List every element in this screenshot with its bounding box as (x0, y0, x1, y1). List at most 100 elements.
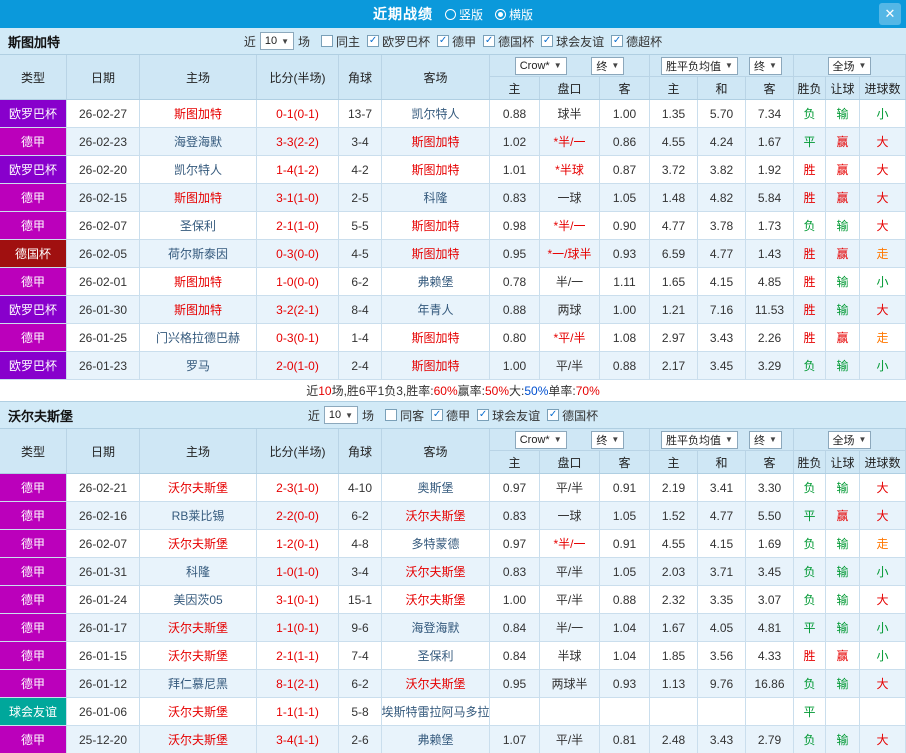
filter-checkbox[interactable]: 同客 (385, 407, 424, 424)
home-team[interactable]: 罗马 (140, 352, 257, 380)
recent-count-select[interactable]: 10 ▼ (323, 406, 359, 424)
home-team[interactable]: 斯图加特 (140, 268, 257, 296)
home-team[interactable]: 美因茨05 (140, 586, 257, 614)
away-team[interactable]: 多特蒙德 (382, 530, 490, 558)
layout-radio-horizontal[interactable]: 横版 (495, 6, 533, 23)
filter-checkbox[interactable]: ✓ 欧罗巴杯 (367, 33, 430, 50)
handicap-away-odds: 1.00 (600, 100, 650, 128)
type-badge: 德甲 (0, 502, 67, 530)
home-team[interactable]: 沃尔夫斯堡 (140, 726, 257, 753)
away-team[interactable]: 沃尔夫斯堡 (382, 502, 490, 530)
home-team[interactable]: 沃尔夫斯堡 (140, 530, 257, 558)
result: 负 (794, 352, 826, 380)
away-team[interactable]: 斯图加特 (382, 128, 490, 156)
away-team[interactable]: 斯图加特 (382, 212, 490, 240)
away-team[interactable]: 斯图加特 (382, 352, 490, 380)
score[interactable]: 0-1(0-1) (257, 100, 339, 128)
home-team[interactable]: 斯图加特 (140, 184, 257, 212)
away-team[interactable]: 科隆 (382, 184, 490, 212)
close-button[interactable]: ✕ (879, 3, 901, 25)
score[interactable]: 2-1(1-0) (257, 212, 339, 240)
home-team[interactable]: 门兴格拉德巴赫 (140, 324, 257, 352)
home-team[interactable]: 圣保利 (140, 212, 257, 240)
odds-time-select[interactable]: 终 ▼ (591, 56, 625, 75)
odds-time-select[interactable]: 终 ▼ (591, 430, 625, 449)
away-team[interactable]: 斯图加特 (382, 156, 490, 184)
score[interactable]: 1-0(0-0) (257, 268, 339, 296)
score[interactable]: 2-0(1-0) (257, 352, 339, 380)
home-team[interactable]: 斯图加特 (140, 100, 257, 128)
home-team[interactable]: 斯图加特 (140, 296, 257, 324)
handicap-line: *半/一 (540, 128, 600, 156)
home-team[interactable]: 荷尔斯泰因 (140, 240, 257, 268)
home-team[interactable]: 沃尔夫斯堡 (140, 614, 257, 642)
score[interactable]: 2-3(1-0) (257, 474, 339, 502)
filter-checkbox[interactable]: ✓ 德国杯 (547, 407, 598, 424)
avg-select[interactable]: 胜平负均值 ▼ (661, 56, 738, 75)
away-team[interactable]: 海登海默 (382, 614, 490, 642)
layout-radio-vertical[interactable]: 竖版 (444, 6, 483, 23)
home-team[interactable]: 沃尔夫斯堡 (140, 642, 257, 670)
away-team[interactable]: 斯图加特 (382, 324, 490, 352)
scope-select[interactable]: 全场 ▼ (827, 430, 872, 449)
score[interactable]: 1-4(1-2) (257, 156, 339, 184)
score[interactable]: 2-1(1-1) (257, 642, 339, 670)
away-team[interactable]: 沃尔夫斯堡 (382, 586, 490, 614)
score[interactable]: 3-1(0-1) (257, 586, 339, 614)
filter-checkbox[interactable]: 同主 (321, 33, 360, 50)
home-team[interactable]: 科隆 (140, 558, 257, 586)
recent-label-pre: 近 (243, 34, 256, 49)
filter-checkbox[interactable]: ✓ 球会友谊 (541, 33, 604, 50)
avg-time-select[interactable]: 终 ▼ (749, 430, 782, 449)
type-badge: 欧罗巴杯 (0, 296, 67, 324)
handicap-result: 赢 (826, 324, 860, 352)
handicap-away-odds: 1.04 (600, 614, 650, 642)
away-team[interactable]: 凯尔特人 (382, 100, 490, 128)
result: 平 (794, 502, 826, 530)
score[interactable]: 8-1(2-1) (257, 670, 339, 698)
away-team[interactable]: 沃尔夫斯堡 (382, 670, 490, 698)
bookmaker-select[interactable]: Crow* ▼ (514, 56, 567, 75)
filter-checkbox[interactable]: ✓ 德国杯 (483, 33, 534, 50)
checkbox-label: 同主 (336, 34, 361, 49)
away-team[interactable]: 弗赖堡 (382, 726, 490, 753)
home-team[interactable]: 凯尔特人 (140, 156, 257, 184)
recent-count-select[interactable]: 10 ▼ (259, 32, 295, 50)
filter-checkbox[interactable]: ✓ 德甲 (431, 407, 470, 424)
away-team[interactable]: 沃尔夫斯堡 (382, 558, 490, 586)
home-team[interactable]: 沃尔夫斯堡 (140, 474, 257, 502)
away-team[interactable]: 斯图加特 (382, 240, 490, 268)
score[interactable]: 0-3(0-0) (257, 240, 339, 268)
filter-checkbox[interactable]: ✓ 球会友谊 (477, 407, 540, 424)
home-team[interactable]: RB莱比锡 (140, 502, 257, 530)
handicap-home-odds: 1.07 (490, 726, 540, 753)
score[interactable]: 3-1(1-0) (257, 184, 339, 212)
handicap-away-odds: 0.86 (600, 128, 650, 156)
score[interactable]: 1-1(1-1) (257, 698, 339, 726)
bookmaker-select[interactable]: Crow* ▼ (514, 430, 567, 449)
scope-select[interactable]: 全场 ▼ (827, 56, 872, 75)
away-team[interactable]: 奥斯堡 (382, 474, 490, 502)
filter-checkbox[interactable]: ✓ 德超杯 (611, 33, 662, 50)
avg-time-select[interactable]: 终 ▼ (749, 56, 782, 75)
score[interactable]: 1-1(0-1) (257, 614, 339, 642)
score[interactable]: 1-0(1-0) (257, 558, 339, 586)
filter-checkbox[interactable]: ✓ 德甲 (437, 33, 476, 50)
match-row: 德甲 26-01-25 门兴格拉德巴赫 0-3(0-1) 1-4 斯图加特 0.80 *平/半… (0, 324, 906, 352)
home-team[interactable]: 拜仁慕尼黑 (140, 670, 257, 698)
home-team[interactable]: 海登海默 (140, 128, 257, 156)
score[interactable]: 0-3(0-1) (257, 324, 339, 352)
match-row: 德甲 26-01-31 科隆 1-0(1-0) 3-4 沃尔夫斯堡 0.83 平/半 1.05 2… (0, 558, 906, 586)
away-team[interactable]: 埃斯特雷拉阿马多拉 (382, 698, 490, 726)
score[interactable]: 3-3(2-2) (257, 128, 339, 156)
score[interactable]: 3-4(1-1) (257, 726, 339, 753)
score[interactable]: 2-2(0-0) (257, 502, 339, 530)
avg-select[interactable]: 胜平负均值 ▼ (661, 430, 738, 449)
home-team[interactable]: 沃尔夫斯堡 (140, 698, 257, 726)
away-team[interactable]: 弗赖堡 (382, 268, 490, 296)
away-team[interactable]: 年青人 (382, 296, 490, 324)
away-team[interactable]: 圣保利 (382, 642, 490, 670)
score[interactable]: 3-2(2-1) (257, 296, 339, 324)
score[interactable]: 1-2(0-1) (257, 530, 339, 558)
handicap-away-odds: 1.04 (600, 642, 650, 670)
